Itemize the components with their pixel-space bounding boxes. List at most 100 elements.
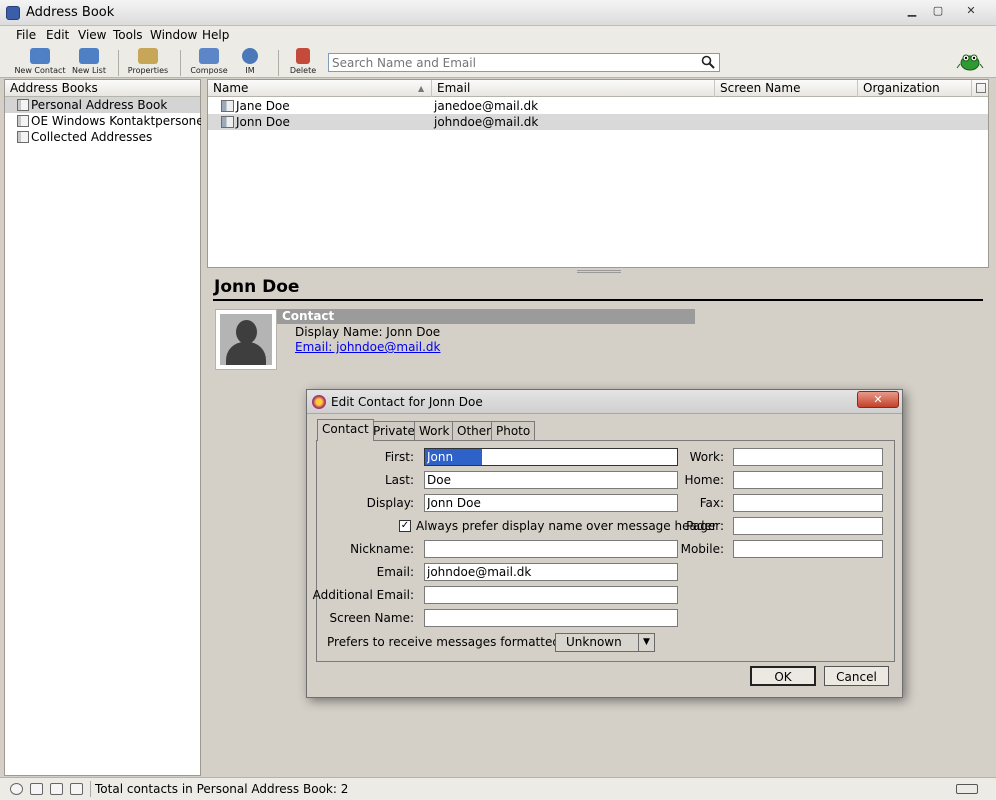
display-name-input[interactable] [425, 495, 677, 511]
pager-field[interactable] [733, 517, 883, 535]
splitter-grip-icon [577, 270, 621, 273]
fax-label: Fax: [699, 496, 724, 510]
first-name-field[interactable] [424, 448, 678, 466]
trash-icon [296, 48, 310, 64]
contact-row[interactable]: Jonn Doe johndoe@mail.dk [208, 114, 988, 130]
nickname-field[interactable] [424, 540, 678, 558]
menu-edit[interactable]: Edit [46, 28, 69, 42]
menu-window[interactable]: Window [150, 28, 197, 42]
mobile-field[interactable] [733, 540, 883, 558]
mail-icon[interactable] [30, 783, 43, 795]
composer-icon[interactable] [70, 783, 83, 795]
first-name-input[interactable] [425, 449, 482, 465]
display-name-field[interactable] [424, 494, 678, 512]
contact-name: Jonn Doe [236, 115, 290, 129]
mobile-input[interactable] [734, 541, 882, 557]
properties-button[interactable]: Properties [126, 48, 170, 78]
display-label: Display: [366, 496, 414, 510]
mobile-label: Mobile: [680, 542, 724, 556]
screen-name-input[interactable] [425, 610, 677, 626]
home-phone-input[interactable] [734, 472, 882, 488]
properties-icon [138, 48, 158, 64]
card-email-link[interactable]: Email: johndoe@mail.dk [295, 340, 440, 354]
mascot-bug-icon [956, 54, 984, 71]
tab-private[interactable]: Private [368, 421, 420, 441]
fax-input[interactable] [734, 495, 882, 511]
work-phone-label: Work: [689, 450, 724, 464]
tab-contact[interactable]: Contact [317, 419, 374, 441]
tab-other[interactable]: Other [452, 421, 497, 441]
column-picker-icon[interactable] [976, 83, 986, 93]
toolbar-separator [118, 50, 119, 76]
online-status-icon[interactable] [956, 784, 978, 794]
nickname-input[interactable] [425, 541, 677, 557]
compose-button[interactable]: Compose [188, 48, 230, 78]
delete-label: Delete [289, 66, 317, 75]
address-books-header[interactable]: Address Books [5, 80, 200, 97]
menu-file[interactable]: File [16, 28, 36, 42]
email-input[interactable] [425, 564, 677, 580]
card-display-name: Display Name: Jonn Doe [295, 325, 441, 339]
column-name[interactable]: Name [208, 80, 432, 97]
menu-view[interactable]: View [78, 28, 106, 42]
compose-label: Compose [190, 66, 228, 75]
format-select[interactable]: Unknown ▼ [555, 633, 655, 652]
address-book-item[interactable]: Personal Address Book [5, 97, 200, 113]
contact-row[interactable]: Jane Doe janedoe@mail.dk [208, 98, 988, 114]
horizontal-splitter[interactable] [207, 268, 989, 275]
last-name-field[interactable] [424, 471, 678, 489]
properties-label: Properties [127, 66, 169, 75]
contact-name: Jane Doe [236, 99, 290, 113]
minimize-icon[interactable]: ▁ [900, 4, 924, 20]
cancel-button[interactable]: Cancel [824, 666, 889, 686]
tab-work[interactable]: Work [414, 421, 455, 441]
contact-email: johndoe@mail.dk [434, 115, 539, 129]
additional-email-field[interactable] [424, 586, 678, 604]
dialog-title-bar: Edit Contact for Jonn Doe ✕ [307, 390, 902, 414]
prefer-display-checkbox[interactable]: ✓ [399, 520, 411, 532]
new-contact-button[interactable]: New Contact [14, 48, 66, 78]
search-box[interactable] [328, 53, 720, 72]
title-bar: Address Book ▁ ▢ ✕ [0, 0, 996, 26]
status-separator [90, 781, 91, 797]
search-input[interactable] [329, 54, 689, 71]
address-book-status-icon[interactable] [50, 783, 63, 795]
email-field[interactable] [424, 563, 678, 581]
menu-tools[interactable]: Tools [113, 28, 143, 42]
address-book-item[interactable]: OE Windows Kontaktpersoner [5, 113, 209, 129]
address-book-icon [17, 131, 29, 143]
window-title: Address Book [26, 5, 115, 20]
last-name-input[interactable] [425, 472, 677, 488]
additional-email-input[interactable] [425, 587, 677, 603]
home-phone-label: Home: [684, 473, 724, 487]
home-phone-field[interactable] [733, 471, 883, 489]
close-icon[interactable]: ✕ [954, 4, 988, 20]
contact-card-icon [221, 116, 234, 128]
delete-button[interactable]: Delete [286, 48, 320, 78]
work-phone-input[interactable] [734, 449, 882, 465]
im-label: IM [245, 66, 255, 75]
column-screen-name[interactable]: Screen Name [715, 80, 858, 97]
pager-input[interactable] [734, 518, 882, 534]
column-email[interactable]: Email [432, 80, 715, 97]
contact-photo [215, 309, 277, 370]
globe-icon[interactable] [10, 783, 23, 795]
column-organization[interactable]: Organization [858, 80, 972, 97]
new-list-button[interactable]: New List [70, 48, 108, 78]
status-text: Total contacts in Personal Address Book:… [95, 782, 349, 796]
chevron-down-icon: ▼ [638, 634, 654, 651]
search-icon[interactable] [701, 55, 715, 69]
dialog-title: Edit Contact for Jonn Doe [331, 395, 483, 409]
menu-help[interactable]: Help [202, 28, 229, 42]
menu-bar: File Edit View Tools Window Help [0, 26, 996, 46]
screen-name-field[interactable] [424, 609, 678, 627]
maximize-icon[interactable]: ▢ [926, 4, 950, 20]
im-button[interactable]: IM [236, 48, 264, 78]
work-phone-field[interactable] [733, 448, 883, 466]
contact-card-icon [221, 100, 234, 112]
fax-field[interactable] [733, 494, 883, 512]
tab-photo[interactable]: Photo [491, 421, 536, 441]
address-book-item[interactable]: Collected Addresses [5, 129, 200, 145]
ok-button[interactable]: OK [750, 666, 816, 686]
dialog-close-icon[interactable]: ✕ [857, 391, 899, 408]
